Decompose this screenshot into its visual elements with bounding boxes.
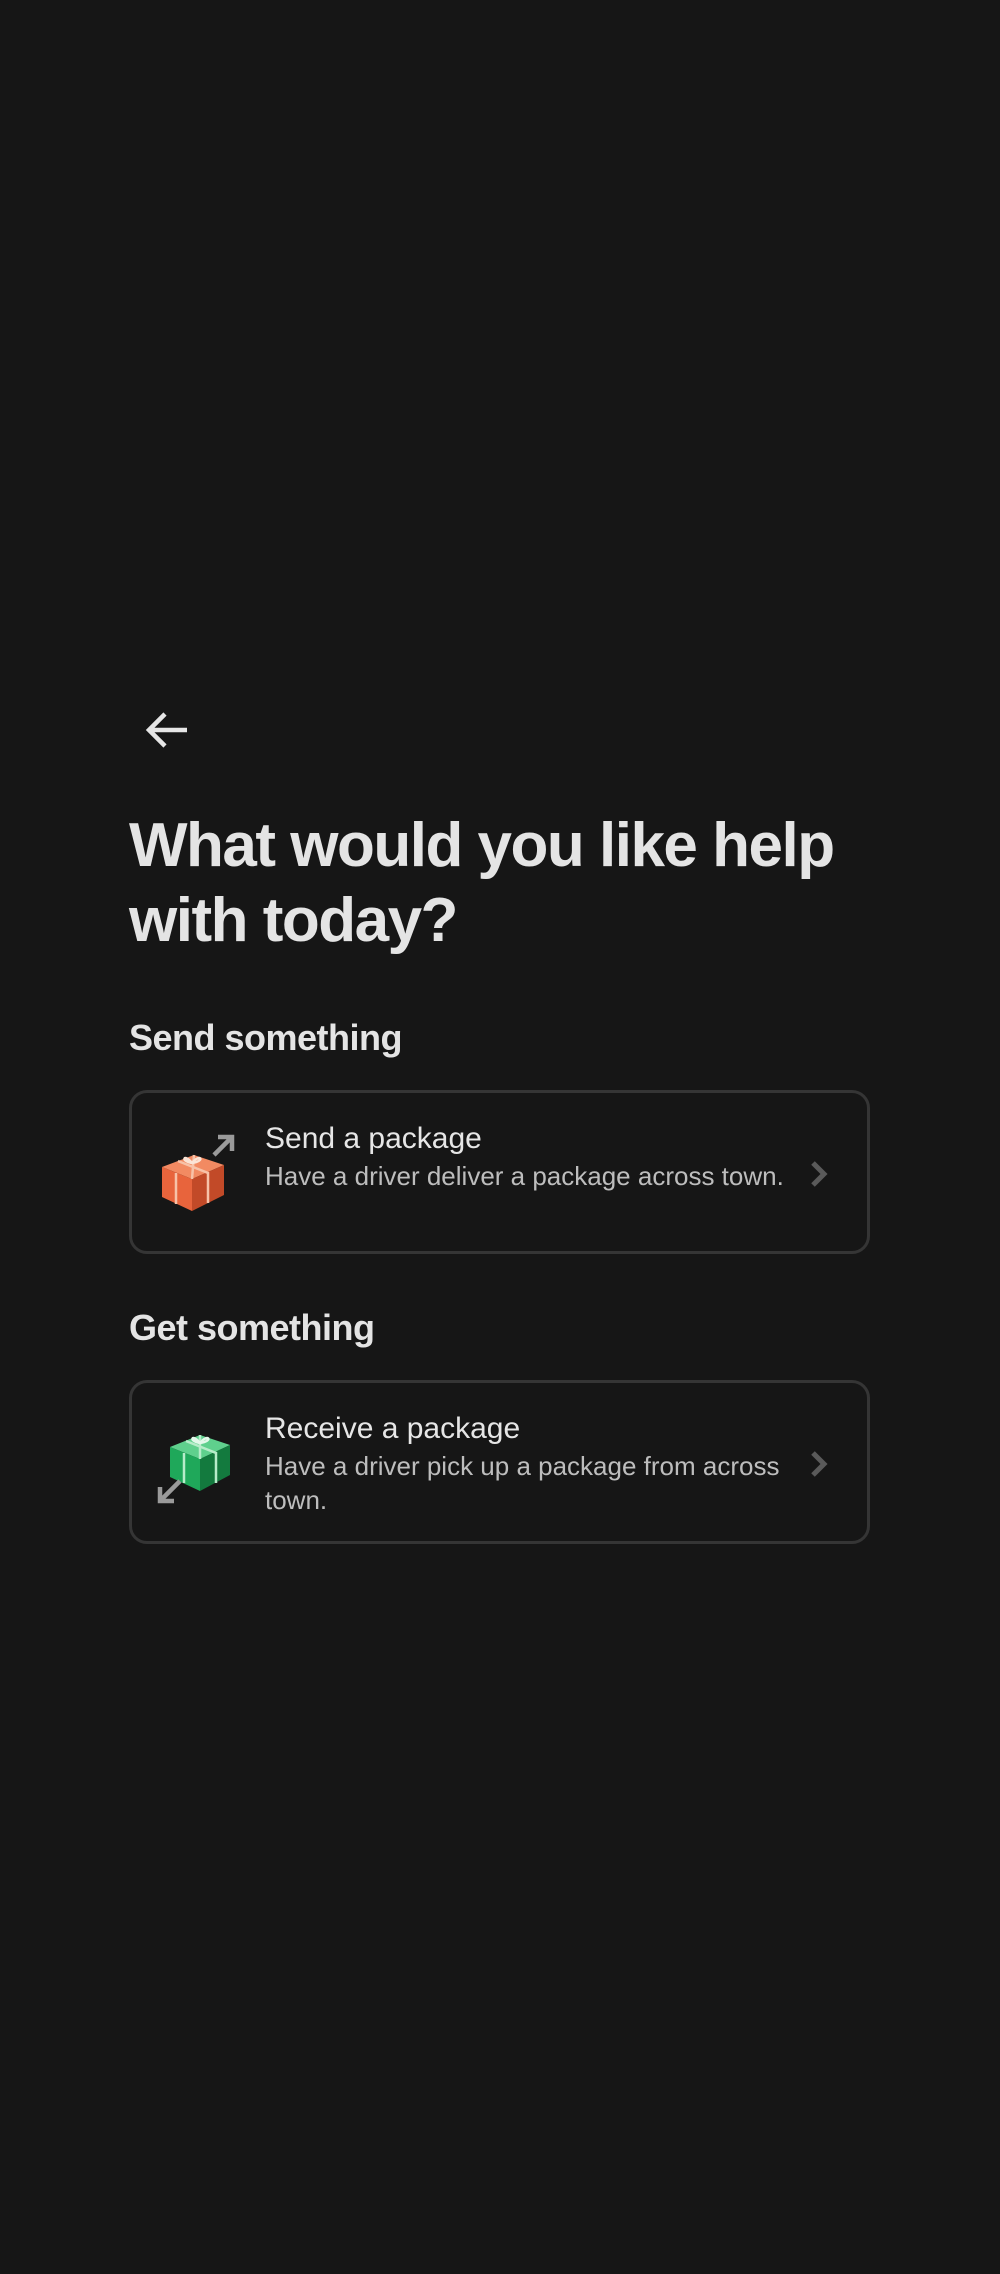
- receive-package-description: Have a driver pick up a package from acr…: [265, 1451, 780, 1515]
- send-package-description: Have a driver deliver a package across t…: [265, 1161, 784, 1191]
- receive-package-title: Receive a package: [265, 1412, 521, 1445]
- send-package-icon: [162, 1134, 235, 1211]
- send-package-option[interactable]: Send a package Have a driver deliver a p…: [129, 1090, 870, 1254]
- section-heading-send: Send something: [129, 1017, 403, 1058]
- section-heading-get: Get something: [129, 1307, 375, 1348]
- back-button[interactable]: [129, 696, 205, 764]
- chevron-right-icon: [811, 1451, 828, 1477]
- page-title: What would you like help with today?: [129, 811, 835, 955]
- send-package-title: Send a package: [265, 1122, 482, 1155]
- chevron-right-icon: [811, 1161, 828, 1187]
- receive-package-option[interactable]: Receive a package Have a driver pick up …: [129, 1380, 870, 1544]
- arrow-left-icon: [145, 712, 187, 748]
- receive-package-icon: [157, 1435, 230, 1504]
